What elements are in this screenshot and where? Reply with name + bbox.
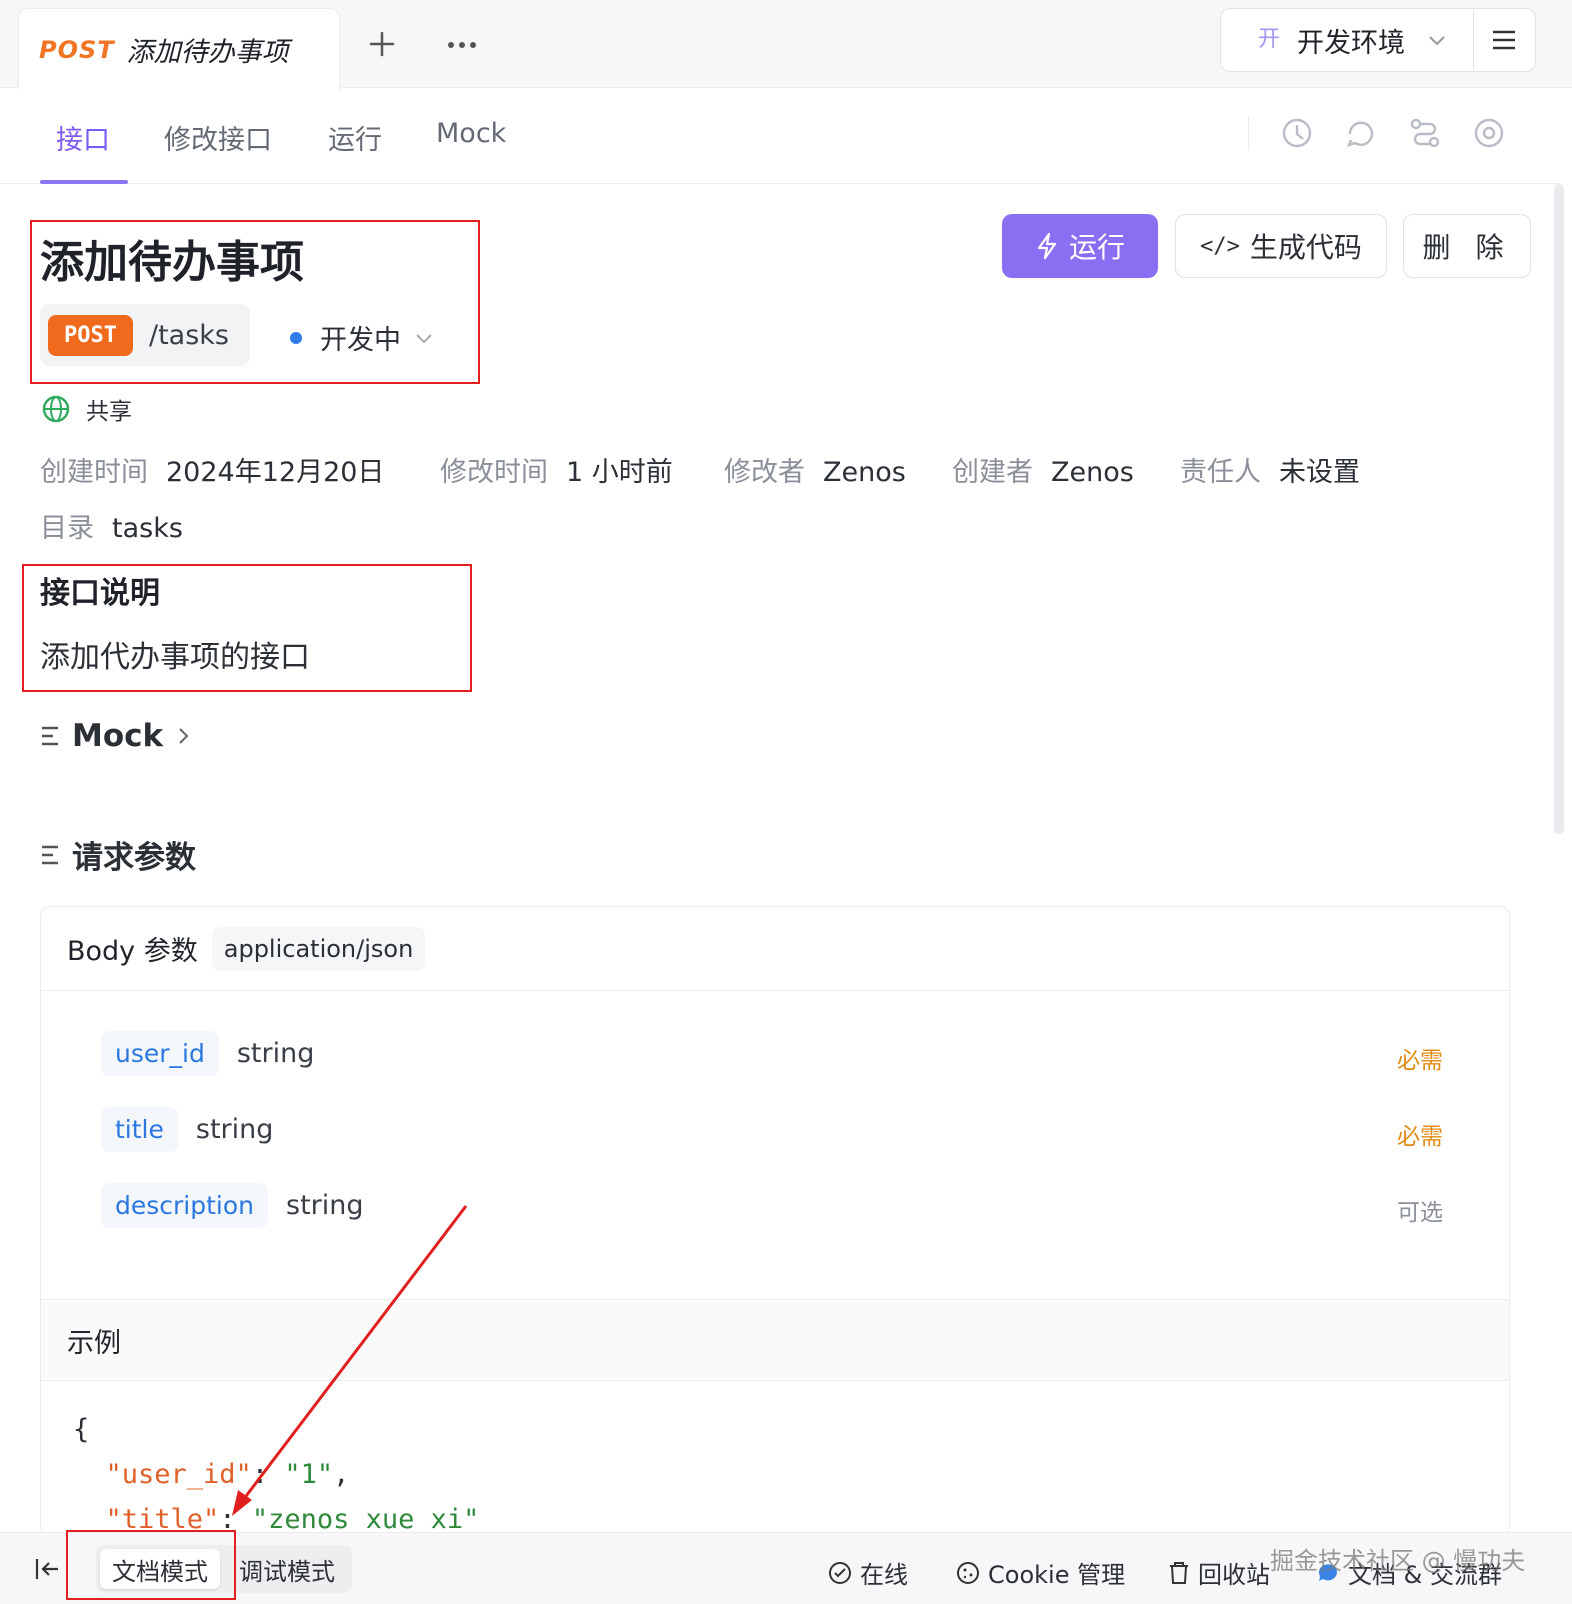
param-required: 必需	[1397, 1048, 1443, 1074]
environment-select[interactable]: 开 开发环境	[1220, 8, 1536, 72]
online-status[interactable]: 在线	[828, 1555, 908, 1590]
param-name[interactable]: title	[101, 1107, 178, 1152]
comment-icon[interactable]	[1344, 116, 1378, 150]
request-params-header: 请求参数	[40, 832, 196, 877]
generate-code-button[interactable]: </> 生成代码	[1175, 214, 1387, 278]
code-icon: </>	[1200, 233, 1240, 259]
meta-creator: 创建者 Zenos	[952, 450, 1134, 489]
meta-key: 修改时间	[440, 457, 548, 488]
meta-key: 责任人	[1180, 457, 1261, 488]
param-row: description string	[101, 1183, 364, 1228]
online-label: 在线	[860, 1561, 908, 1589]
param-row: title string	[101, 1107, 273, 1152]
run-button-label: 运行	[1068, 231, 1125, 264]
param-optional: 可选	[1397, 1200, 1443, 1226]
meta-modifier: 修改者 Zenos	[724, 450, 906, 489]
param-name[interactable]: user_id	[101, 1031, 219, 1076]
sub-tabs: 接口 修改接口 运行 Mock	[0, 88, 1560, 184]
cookie-icon	[957, 1561, 979, 1584]
param-type: string	[195, 1114, 274, 1145]
request-params-title: 请求参数	[72, 840, 196, 876]
tab-run[interactable]: 运行	[328, 118, 382, 157]
share-link-icon[interactable]	[1408, 116, 1442, 150]
annotation-box-doc-mode	[66, 1530, 236, 1600]
meta-value: tasks	[112, 513, 183, 544]
debug-mode-button[interactable]: 调试模式	[226, 1549, 348, 1589]
meta-value: 1 小时前	[566, 457, 673, 488]
chevron-down-icon	[1429, 36, 1445, 46]
mock-section-header[interactable]: Mock	[40, 718, 191, 754]
code-brace: {	[73, 1414, 90, 1445]
example-header: 示例	[41, 1299, 1509, 1381]
body-params-header: Body 参数 application/json	[41, 907, 1509, 991]
cookie-label: Cookie 管理	[988, 1561, 1126, 1589]
toolbar-separator	[1248, 116, 1249, 150]
active-tab-indicator	[40, 180, 128, 184]
recycle-bin[interactable]: 回收站	[1168, 1555, 1270, 1590]
mock-section-title: Mock	[72, 718, 164, 754]
lightning-icon	[1037, 232, 1057, 260]
env-badge: 开	[1257, 27, 1280, 52]
section-lines-icon	[42, 726, 58, 746]
meta-key: 修改者	[724, 457, 805, 488]
code-value: "zenos xue xi"	[251, 1504, 480, 1535]
chevron-right-icon	[179, 728, 189, 744]
api-tab-method: POST	[39, 35, 115, 64]
hamburger-menu-icon[interactable]	[1491, 29, 1517, 51]
run-button[interactable]: 运行	[1002, 214, 1158, 278]
plus-icon	[369, 31, 395, 57]
meta-created-at: 创建时间 2024年12月20日	[40, 450, 384, 489]
globe-icon	[42, 395, 70, 423]
annotation-box-description	[22, 564, 472, 692]
example-code: { "user_id": "1", "title": "zenos xue xi…	[73, 1414, 480, 1535]
api-tab[interactable]: POST 添加待办事项	[18, 8, 340, 90]
content-type-badge: application/json	[211, 926, 426, 971]
meta-modified-at: 修改时间 1 小时前	[440, 450, 673, 489]
param-name[interactable]: description	[101, 1183, 269, 1228]
meta-value: Zenos	[823, 457, 906, 488]
annotation-box-title	[30, 220, 480, 384]
history-icon[interactable]	[1280, 116, 1314, 150]
trash-icon	[1170, 1561, 1188, 1584]
more-dots-icon	[448, 42, 476, 48]
env-separator	[1473, 9, 1474, 71]
settings-icon[interactable]	[1472, 116, 1506, 150]
top-tab-bar: POST 添加待办事项 开 开发环境	[0, 0, 1572, 90]
param-required: 必需	[1397, 1124, 1443, 1150]
meta-value: 未设置	[1279, 457, 1360, 488]
tab-mock[interactable]: Mock	[436, 118, 506, 149]
param-row: user_id string	[101, 1031, 314, 1076]
share-label: 共享	[86, 399, 132, 425]
env-name: 开发环境	[1297, 27, 1405, 59]
body-params-label: Body 参数	[67, 936, 198, 967]
cookie-manager[interactable]: Cookie 管理	[956, 1555, 1125, 1590]
api-tab-name: 添加待办事项	[126, 37, 289, 68]
generate-code-label: 生成代码	[1249, 231, 1362, 264]
meta-value: Zenos	[1051, 457, 1134, 488]
meta-key: 创建者	[952, 457, 1033, 488]
code-key: "user_id"	[105, 1459, 252, 1490]
recycle-label: 回收站	[1198, 1561, 1270, 1589]
watermark: 掘金技术社区 @ 慢功夫	[1270, 1547, 1526, 1575]
tab-api[interactable]: 接口	[56, 118, 110, 157]
more-tabs-button[interactable]	[442, 24, 482, 64]
param-type: string	[236, 1038, 315, 1069]
tab-edit-api[interactable]: 修改接口	[164, 118, 272, 157]
body-params-card: Body 参数 application/json user_id string …	[40, 906, 1510, 1536]
scrollbar[interactable]	[1554, 184, 1564, 834]
meta-directory: 目录 tasks	[40, 506, 183, 545]
meta-value: 2024年12月20日	[166, 457, 385, 488]
param-type: string	[286, 1190, 364, 1221]
meta-owner: 责任人 未设置	[1180, 450, 1360, 489]
share-indicator[interactable]: 共享	[42, 392, 132, 426]
check-circle-icon	[829, 1561, 851, 1584]
new-tab-button[interactable]	[362, 24, 402, 64]
section-lines-icon	[42, 845, 58, 864]
meta-key: 创建时间	[40, 457, 148, 488]
code-value: "1"	[284, 1459, 334, 1490]
meta-key: 目录	[40, 513, 94, 544]
delete-button[interactable]: 删 除	[1403, 214, 1531, 278]
collapse-sidebar-icon[interactable]	[34, 1555, 62, 1583]
